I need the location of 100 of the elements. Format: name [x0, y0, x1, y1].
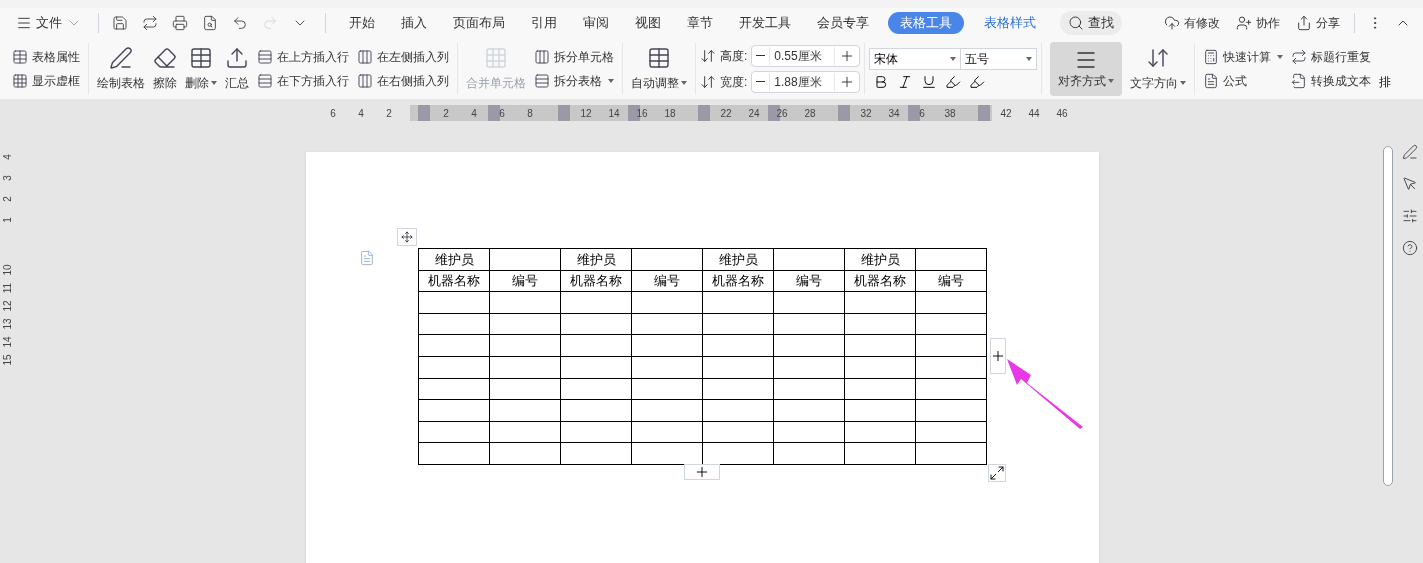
table-cell — [915, 313, 987, 335]
ruler-number: 8 — [527, 107, 533, 121]
ruler-number: 32 — [860, 107, 872, 121]
insert-column-left-button[interactable]: 在左侧插入列 — [353, 44, 453, 69]
table-cell — [915, 356, 987, 379]
search-button[interactable]: 查找 — [1060, 11, 1122, 35]
draw-table-button[interactable]: 绘制表格 — [93, 40, 149, 97]
ribbon-tab[interactable]: 章节 — [676, 12, 724, 34]
erase-button[interactable]: 擦除 — [149, 40, 181, 97]
table-cell — [418, 421, 490, 443]
table-cell: 机器名称 — [418, 270, 490, 292]
column-marker[interactable] — [698, 105, 710, 121]
collaborate-button[interactable]: 协作 — [1230, 14, 1286, 32]
insert-row-below-button[interactable]: 在下方插入行 — [253, 68, 353, 93]
plus-icon — [990, 348, 1006, 364]
table-cell — [560, 378, 632, 400]
table-cell — [631, 313, 703, 335]
autofit-button[interactable]: 自动调整 — [627, 40, 691, 97]
table-cell — [702, 334, 774, 357]
show-gridlines-button[interactable]: 显示虚框 — [8, 68, 84, 93]
ribbon-tab[interactable]: 审阅 — [572, 12, 620, 34]
insert-column-right-button[interactable]: 在右侧插入列 — [353, 68, 453, 93]
table-cell — [631, 334, 703, 357]
save-icon — [112, 15, 128, 31]
table-cell — [702, 378, 774, 400]
ribbon-tab[interactable]: 会员专享 — [806, 12, 880, 34]
move-table-handle[interactable] — [397, 228, 417, 246]
ribbon-tab[interactable]: 视图 — [624, 12, 672, 34]
font-select[interactable]: 宋体 — [869, 47, 962, 70]
table-cell — [631, 421, 703, 443]
delete-button[interactable]: 删除 — [181, 40, 221, 97]
repeat-icon — [1291, 48, 1308, 65]
column-marker[interactable] — [488, 105, 500, 121]
column-marker[interactable] — [908, 105, 920, 121]
highlighter-icon — [969, 73, 986, 90]
redo-icon — [262, 15, 278, 31]
table-properties-button[interactable]: 表格属性 — [8, 44, 84, 69]
formula-button[interactable]: 公式 — [1199, 68, 1288, 93]
table-cell — [915, 421, 987, 443]
share-icon — [1296, 15, 1312, 31]
ribbon-tab[interactable]: 开发工具 — [728, 12, 802, 34]
settings-icon — [1402, 208, 1418, 224]
table-cell — [915, 334, 987, 357]
ruler-number: 34 — [888, 107, 900, 121]
ruler-number: 14 — [3, 336, 13, 348]
split-table-button[interactable]: 拆分表格 — [530, 68, 618, 93]
table-cell — [773, 248, 845, 271]
ribbon-tab[interactable]: 引用 — [520, 12, 568, 34]
table-cell — [915, 442, 987, 465]
changes-button[interactable]: 有修改 — [1158, 14, 1226, 32]
font-size-select[interactable]: 五号 — [961, 47, 1038, 70]
table-cell — [560, 334, 632, 357]
table-cell — [418, 399, 490, 422]
table-cell — [489, 334, 561, 357]
height-label: 高度: — [720, 47, 748, 65]
table-cell — [418, 378, 490, 400]
quick-calc-button[interactable]: 快速计算 — [1199, 44, 1288, 69]
ribbon-tab[interactable]: 开始 — [338, 12, 386, 34]
convert-to-text-button[interactable]: 转换成文本 — [1287, 68, 1376, 93]
table-cell — [702, 291, 774, 314]
ribbon-tab[interactable]: 插入 — [390, 12, 438, 34]
table-cell — [844, 291, 916, 314]
ruler-number: 11 — [3, 282, 13, 294]
width-spinner[interactable]: 1.88厘米 — [751, 70, 861, 93]
ruler-number: 4 — [3, 154, 13, 160]
table-cell — [631, 356, 703, 379]
pen-icon — [109, 45, 133, 70]
ribbon-tab[interactable]: 表格样式 — [972, 12, 1048, 34]
table-cell — [631, 378, 703, 400]
column-marker[interactable] — [978, 105, 990, 121]
column-marker[interactable] — [558, 105, 570, 121]
ruler-number: 2 — [386, 107, 392, 121]
ribbon-tab[interactable]: 表格工具 — [888, 12, 964, 34]
repeat-header-button[interactable]: 标题行重复 — [1287, 44, 1376, 69]
scrollbar-thumb[interactable] — [1383, 146, 1393, 486]
column-marker[interactable] — [418, 105, 430, 121]
table-cell: 维护员 — [844, 248, 916, 271]
height-spinner[interactable]: 0.55厘米 — [751, 44, 861, 67]
file-menu[interactable]: 文件 — [8, 11, 90, 35]
ruler-number: 15 — [3, 354, 13, 366]
pen-icon — [1402, 144, 1418, 160]
split-cells-button[interactable]: 拆分单元格 — [530, 44, 618, 69]
eraser-icon — [153, 45, 177, 70]
insert-row-above-button[interactable]: 在上方插入行 — [253, 44, 353, 69]
ribbon-tab[interactable]: 页面布局 — [442, 12, 516, 34]
text-direction-button[interactable]: 文字方向 — [1126, 40, 1191, 97]
table-cell — [915, 399, 987, 422]
table-cell — [560, 291, 632, 314]
alignment-button[interactable]: 对齐方式 — [1050, 41, 1123, 96]
table-cell: 维护员 — [702, 248, 774, 271]
add-column-button[interactable] — [990, 338, 1006, 374]
add-row-button[interactable] — [684, 464, 720, 480]
ruler-number: 46 — [1056, 107, 1068, 121]
summary-button[interactable]: 汇总 — [221, 40, 253, 97]
table-cell — [489, 356, 561, 379]
column-marker[interactable] — [838, 105, 850, 121]
share-button[interactable]: 分享 — [1290, 14, 1346, 32]
resize-table-handle[interactable] — [988, 464, 1006, 482]
ruler-number: 12 — [580, 107, 592, 121]
height-icon — [700, 47, 716, 64]
